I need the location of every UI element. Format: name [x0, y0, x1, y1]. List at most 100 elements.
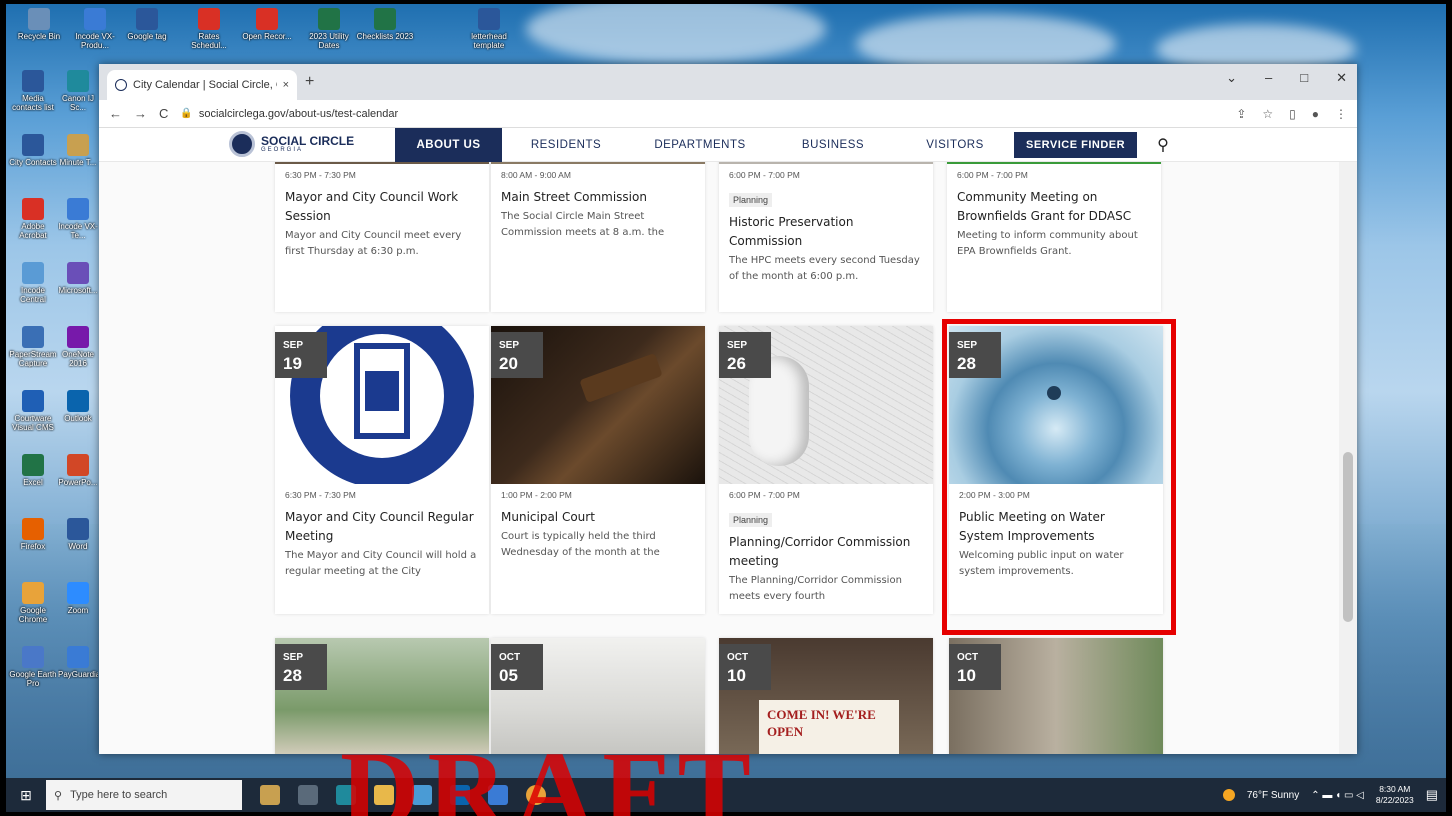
desktop-shortcut[interactable]: PaperStream Capture	[8, 326, 58, 368]
event-card[interactable]: 6:00 PM - 7:00 PM Community Meeting on B…	[947, 162, 1161, 312]
event-card[interactable]: SEP 26 6:00 PM - 7:00 PM Planning Planni…	[719, 326, 933, 614]
event-title[interactable]: Main Street Commission	[501, 188, 695, 207]
nav-about-us[interactable]: ABOUT US	[395, 128, 502, 162]
pdf-icon	[198, 8, 220, 30]
nav-business[interactable]: BUSINESS	[770, 128, 896, 162]
desktop-shortcut-label: Incode VX-Produ...	[75, 32, 115, 50]
search-icon[interactable]: ⚲	[1157, 128, 1169, 162]
desktop-shortcut[interactable]: Rates Schedul...	[180, 8, 238, 50]
desktop-shortcut[interactable]: Google Chrome	[8, 582, 58, 624]
lock-icon: 🔒	[180, 108, 193, 119]
desktop-shortcut-label: Incode VX-Te...	[58, 222, 98, 240]
profile-icon[interactable]: ●	[1312, 107, 1319, 121]
browser-tab[interactable]: City Calendar | Social Circle, GA ×	[107, 70, 297, 100]
bookmark-star-icon[interactable]: ☆	[1262, 107, 1273, 121]
event-title[interactable]: Community Meeting on Brownfields Grant f…	[957, 188, 1151, 226]
event-description: The Planning/Corridor Commission meets e…	[729, 575, 902, 602]
incode-icon	[67, 198, 89, 220]
page-scrollbar[interactable]	[1339, 162, 1357, 754]
maximize-button[interactable]: □	[1300, 70, 1308, 86]
onenote-icon	[67, 326, 89, 348]
tab-search-icon[interactable]: ⌄	[1226, 70, 1237, 86]
desktop-shortcut[interactable]: Open Recor...	[238, 8, 296, 41]
incode-icon	[84, 8, 106, 30]
desktop-shortcut-label: Adobe Acrobat	[19, 222, 47, 240]
service-finder-button[interactable]: SERVICE FINDER	[1014, 132, 1138, 158]
desktop-shortcut[interactable]: PayGuardian	[58, 646, 98, 679]
menu-icon[interactable]: ⋮	[1335, 107, 1347, 121]
event-card[interactable]: SEP 19 6:30 PM - 7:30 PM Mayor and City …	[275, 326, 489, 614]
event-title[interactable]: Planning/Corridor Commission meeting	[729, 533, 923, 571]
desktop-shortcut[interactable]: Zoom	[58, 582, 98, 615]
desktop-shortcut[interactable]: Google Earth Pro	[8, 646, 58, 688]
clock-date: 8/22/2023	[1375, 795, 1414, 805]
desktop-shortcut[interactable]: PowerPo...	[58, 454, 98, 487]
back-icon[interactable]: ←	[109, 106, 122, 121]
taskbar-clock[interactable]: 8:30 AM 8/22/2023	[1376, 784, 1414, 806]
site-logo[interactable]: SOCIAL CIRCLE GEORGIA	[229, 131, 354, 157]
desktop-shortcut[interactable]: Word	[58, 518, 98, 551]
nav-departments[interactable]: DEPARTMENTS	[630, 128, 770, 162]
reload-icon[interactable]: C	[159, 106, 168, 121]
address-bar[interactable]: 🔒 socialcirclega.gov/about-us/test-calen…	[180, 108, 1224, 120]
event-title[interactable]: Mayor and City Council Work Session	[285, 188, 479, 226]
desktop-shortcut[interactable]: Incode VX-Te...	[58, 198, 98, 240]
desktop-shortcut-label: Outlook	[64, 414, 92, 423]
event-card[interactable]: OCT 10	[949, 638, 1163, 754]
desktop-shortcut-label: Google tag	[127, 32, 167, 41]
date-day: 10	[957, 666, 976, 685]
event-card[interactable]: SEP 20 1:00 PM - 2:00 PM Municipal Court…	[491, 326, 705, 614]
date-day: 28	[283, 666, 302, 685]
word-icon	[67, 518, 89, 540]
date-badge: SEP 19	[275, 332, 327, 378]
minimize-button[interactable]: –	[1265, 70, 1272, 86]
event-category-tag[interactable]: Planning	[729, 193, 773, 207]
clock-time: 8:30 AM	[1379, 784, 1411, 794]
tray-icons[interactable]: ⌃ ▬ ◖ ▭ ◁	[1311, 790, 1364, 801]
desktop-shortcut[interactable]: Google tag	[118, 8, 176, 41]
windows-start-icon[interactable]: ⊞	[6, 787, 46, 804]
desktop-shortcut[interactable]: Incode Central	[8, 262, 58, 304]
tab-close-icon[interactable]: ×	[283, 79, 289, 91]
desktop-shortcut[interactable]: OneNote 2016	[58, 326, 98, 368]
taskbar-search[interactable]: ⚲ Type here to search	[46, 780, 242, 810]
desktop-shortcut[interactable]: 2023 Utility Dates	[300, 8, 358, 50]
forward-icon[interactable]: →	[134, 106, 147, 121]
event-card[interactable]: 6:30 PM - 7:30 PM Mayor and City Council…	[275, 162, 489, 312]
desktop-shortcut[interactable]: City Contacts	[8, 134, 58, 167]
desktop-shortcut[interactable]: Recycle Bin	[10, 8, 68, 41]
incode-central-icon	[22, 262, 44, 284]
desktop-shortcut[interactable]: Courtware Visual CMS	[8, 390, 58, 432]
nav-residents[interactable]: RESIDENTS	[502, 128, 630, 162]
event-title[interactable]: Mayor and City Council Regular Meeting	[285, 508, 479, 546]
desktop-shortcut[interactable]: Microsoft...	[58, 262, 98, 295]
site-favicon-icon	[115, 79, 127, 91]
briefcase-icon[interactable]	[260, 785, 280, 805]
sidebar-icon[interactable]: ▯	[1289, 107, 1296, 121]
desktop-shortcut[interactable]: Media contacts list	[8, 70, 58, 112]
desktop-shortcut[interactable]: Firefox	[8, 518, 58, 551]
desktop-shortcut[interactable]: Canon IJ Sc...	[58, 70, 98, 112]
zoom-icon	[67, 582, 89, 604]
share-icon[interactable]: ⇪	[1236, 107, 1246, 121]
nav-visitors[interactable]: VISITORS	[896, 128, 1014, 162]
desktop-shortcut[interactable]: Checklists 2023	[356, 8, 414, 41]
desktop-shortcut[interactable]: Adobe Acrobat	[8, 198, 58, 240]
task-view-icon[interactable]	[298, 785, 318, 805]
notification-icon[interactable]: ▤	[1426, 787, 1438, 803]
close-window-button[interactable]: ✕	[1336, 70, 1347, 86]
weather-text[interactable]: 76°F Sunny	[1247, 790, 1299, 801]
event-title[interactable]: Historic Preservation Commission	[729, 213, 923, 251]
event-category-tag[interactable]: Planning	[729, 513, 773, 527]
event-card[interactable]: 8:00 AM - 9:00 AM Main Street Commission…	[491, 162, 705, 312]
event-title[interactable]: Municipal Court	[501, 508, 695, 527]
desktop-shortcut[interactable]: Excel	[8, 454, 58, 487]
desktop-shortcut[interactable]: Minute T...	[58, 134, 98, 167]
event-card[interactable]: 6:00 PM - 7:00 PM Planning Historic Pres…	[719, 162, 933, 312]
new-tab-button[interactable]: +	[305, 73, 314, 91]
weather-sun-icon	[1222, 789, 1235, 801]
desktop-shortcut[interactable]: letterhead template	[460, 8, 518, 50]
scrollbar-thumb[interactable]	[1343, 452, 1353, 622]
desktop-shortcut[interactable]: Incode VX-Produ...	[66, 8, 124, 50]
desktop-shortcut[interactable]: Outlook	[58, 390, 98, 423]
